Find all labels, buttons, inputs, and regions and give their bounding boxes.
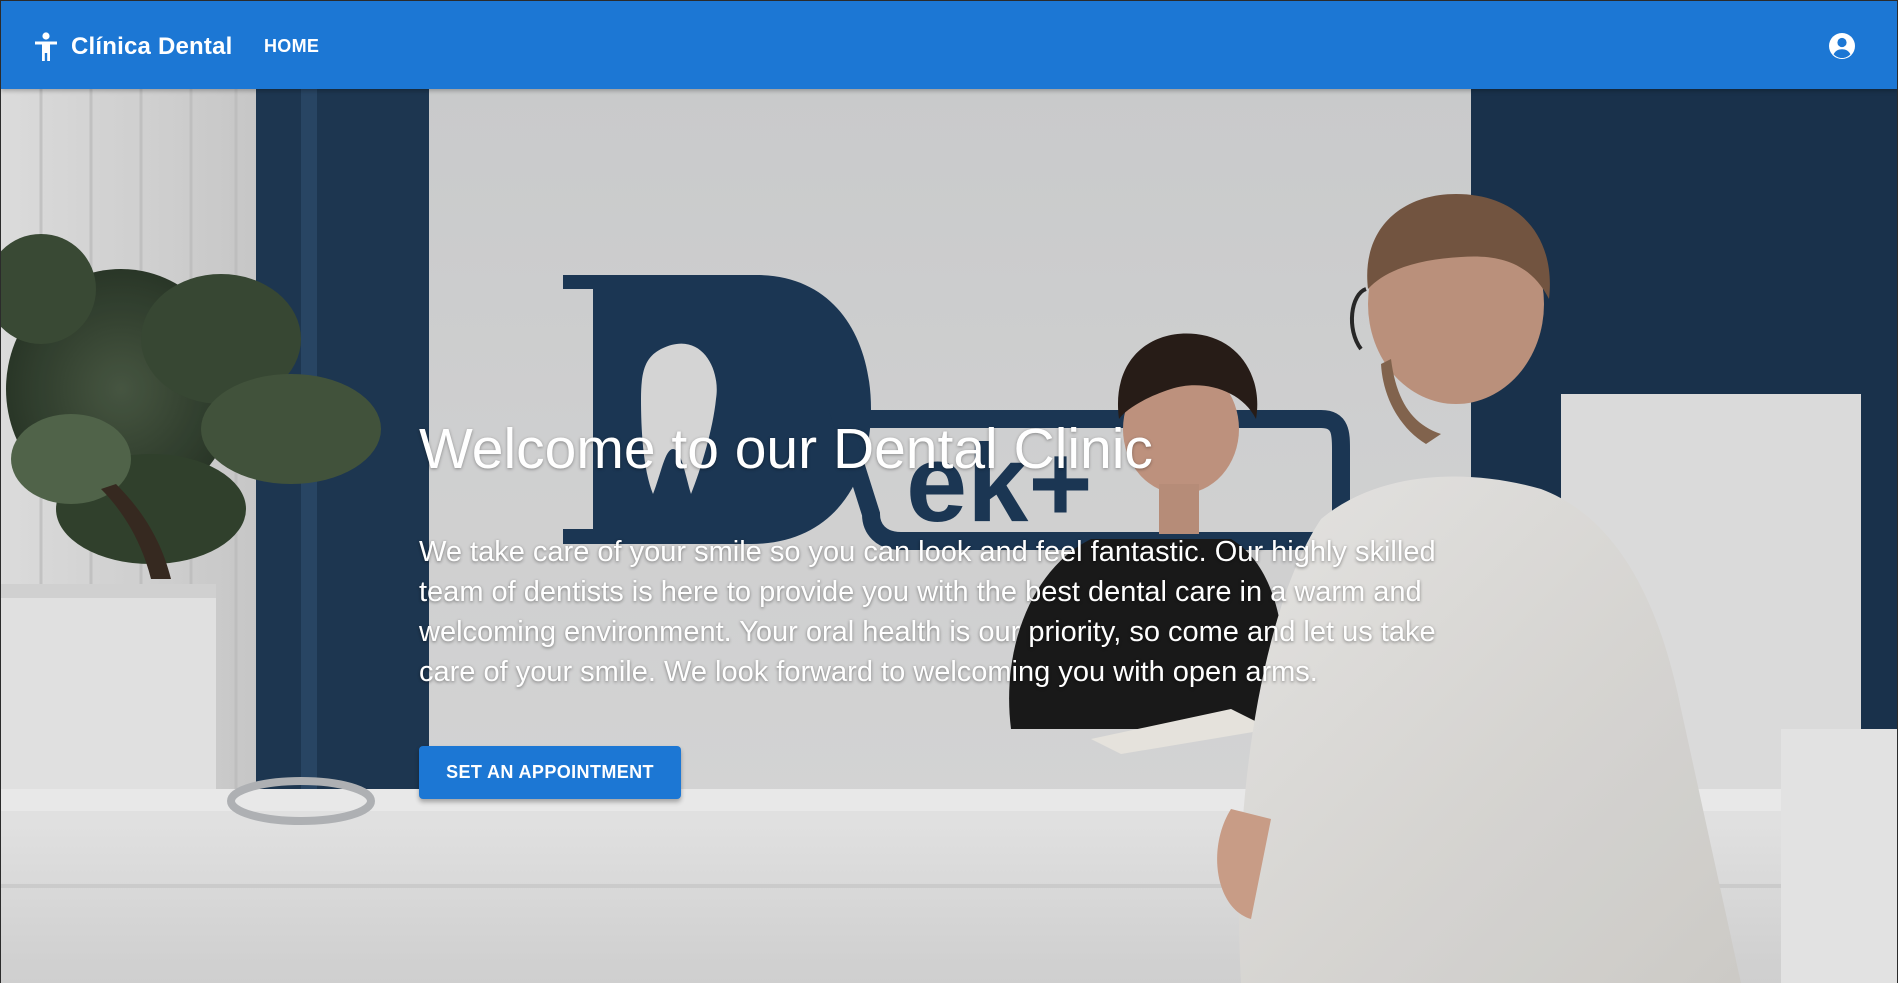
app-bar: Clínica Dental HOME [1,1,1897,89]
page: Clínica Dental HOME ek+ Welcome to our D… [0,0,1898,983]
brand[interactable]: Clínica Dental [33,31,233,63]
account-button[interactable] [1828,32,1856,60]
accessibility-person-icon [33,32,59,62]
hero-description: We take care of your smile so you can lo… [419,536,1436,688]
brand-title: Clínica Dental [71,33,233,60]
nav-home-link[interactable]: HOME [264,36,319,57]
account-circle-icon [1829,33,1855,59]
set-appointment-button[interactable]: SET AN APPOINTMENT [419,746,681,799]
hero-section: ek+ Welcome to our Dental Clinic We take… [1,89,1897,983]
hero-title: Welcome to our Dental Clinic [419,417,1153,481]
